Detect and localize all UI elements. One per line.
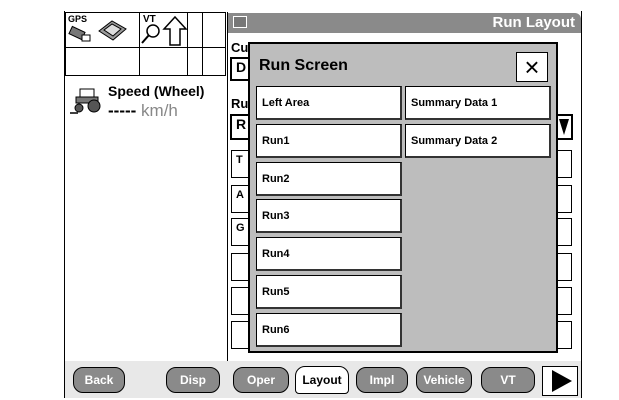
option-run4[interactable]: Run4 (256, 237, 402, 271)
status-empty-row (65, 48, 226, 76)
title-bar: Run Layout (228, 13, 581, 33)
underlay-ru-label: Ru (231, 96, 249, 111)
arrow-up-icon[interactable] (162, 15, 188, 47)
back-button[interactable]: Back (73, 367, 125, 393)
option-run6[interactable]: Run6 (256, 313, 402, 347)
field-map-icon[interactable] (96, 15, 128, 43)
option-left-area[interactable]: Left Area (256, 86, 402, 120)
run-screen-dialog: Run Screen × Left Area Run1 Run2 Run3 Ru… (248, 42, 558, 353)
option-run2[interactable]: Run2 (256, 162, 402, 196)
option-run1[interactable]: Run1 (256, 124, 402, 158)
underlay-right-field-2[interactable] (556, 185, 572, 213)
close-button[interactable]: × (516, 52, 548, 82)
speed-dashes: ----- (108, 101, 137, 120)
tab-layout[interactable]: Layout (295, 366, 349, 394)
tab-oper[interactable]: Oper (233, 367, 289, 393)
dropdown-arrow-icon (559, 119, 569, 135)
underlay-cu-label: Cu (231, 40, 249, 55)
dialog-title: Run Screen (259, 57, 348, 74)
underlay-right-field-1[interactable] (556, 150, 572, 178)
tab-vt[interactable]: VT (481, 367, 535, 393)
speed-value: ----- km/h (108, 101, 178, 121)
tab-impl[interactable]: Impl (356, 367, 408, 393)
underlay-right-field-3[interactable] (556, 218, 572, 246)
speed-label: Speed (Wheel) (108, 83, 205, 99)
play-arrow-icon (552, 370, 572, 392)
option-run3[interactable]: Run3 (256, 199, 402, 233)
option-run5[interactable]: Run5 (256, 275, 402, 309)
next-page-button[interactable] (542, 366, 578, 396)
tractor-icon (70, 88, 101, 114)
speed-unit: km/h (141, 101, 178, 120)
status-icon-row: GPS VT (65, 12, 226, 48)
panel-divider (227, 12, 228, 362)
underlay-right-field-6[interactable] (556, 321, 572, 349)
underlay-right-field-4[interactable] (556, 253, 572, 281)
magnifier-icon[interactable] (140, 23, 162, 45)
option-summary-data-2[interactable]: Summary Data 2 (405, 124, 551, 158)
screen-icon (233, 16, 247, 28)
page-title: Run Layout (492, 14, 576, 31)
tab-disp[interactable]: Disp (166, 367, 220, 393)
tab-vehicle[interactable]: Vehicle (416, 367, 472, 393)
right-frame-line (581, 11, 582, 398)
option-summary-data-1[interactable]: Summary Data 1 (405, 86, 551, 120)
underlay-right-field-5[interactable] (556, 287, 572, 315)
